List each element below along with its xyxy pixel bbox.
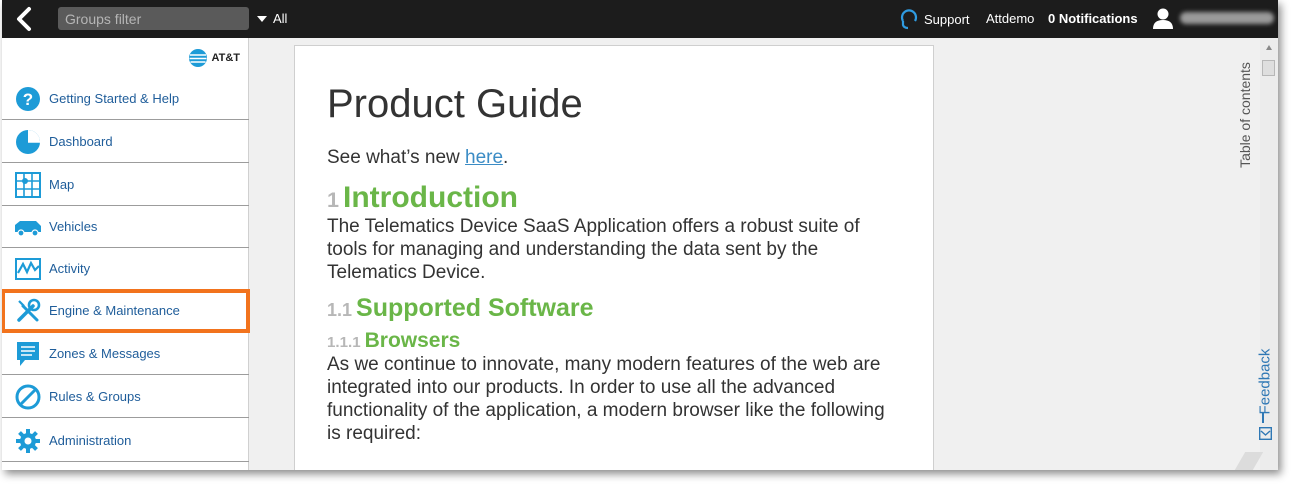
- nav-item-label: Rules & Groups: [49, 389, 141, 404]
- caret-down-icon: [257, 15, 267, 22]
- feedback-label: Feedback: [1256, 348, 1274, 415]
- nav-item-map[interactable]: Map: [2, 164, 249, 206]
- scroll-thumb[interactable]: [1262, 60, 1275, 76]
- whats-new-text: See what’s new here.: [327, 147, 901, 169]
- nav-item-rules-groups[interactable]: Rules & Groups: [2, 376, 249, 418]
- groups-filter-input[interactable]: [58, 7, 249, 30]
- svg-text:?: ?: [23, 90, 33, 109]
- nav-item-label: Administration: [49, 433, 132, 448]
- nav-item-activity[interactable]: Activity: [2, 248, 249, 290]
- nav-item-label: Dashboard: [49, 134, 113, 149]
- whats-new-suffix: .: [503, 147, 509, 168]
- whats-new-link[interactable]: here: [465, 147, 503, 168]
- top-bar: All Support Attdemo 0 Notifications: [2, 0, 1278, 38]
- feedback-separator: [1262, 413, 1264, 423]
- support-link[interactable]: Support: [900, 8, 970, 30]
- brand-logo: AT&T: [2, 38, 248, 78]
- table-of-contents-tab[interactable]: Table of contents: [1234, 40, 1256, 190]
- sidebar: AT&T ? Getting Started & Help Dashboard …: [2, 38, 250, 470]
- nav-item-label: Activity: [49, 261, 91, 276]
- rules-icon: [14, 383, 42, 411]
- nav-item-label: Getting Started & Help: [49, 91, 180, 106]
- back-arrow-icon[interactable]: [12, 6, 38, 32]
- user-avatar-icon[interactable]: [1152, 7, 1174, 29]
- toc-label: Table of contents: [1237, 62, 1253, 168]
- section-title: Browsers: [364, 329, 461, 352]
- section-number: 1: [327, 187, 340, 212]
- dashboard-icon: [14, 128, 42, 156]
- intro-paragraph: The Telematics Device SaaS Application o…: [327, 216, 860, 283]
- scroll-up-arrow-icon[interactable]: [1266, 45, 1272, 50]
- nav-item-label: Vehicles: [49, 219, 98, 234]
- nav-item-label: Engine & Maintenance: [49, 303, 180, 318]
- user-name-link[interactable]: Attdemo: [986, 11, 1034, 26]
- group-selector-label: All: [273, 11, 288, 26]
- nav-item-label: Zones & Messages: [49, 346, 161, 361]
- section-heading-introduction: 1 Introduction: [327, 181, 901, 215]
- vehicle-icon: [14, 213, 42, 241]
- nav-item-label: Map: [49, 177, 75, 192]
- att-globe-icon: [189, 49, 208, 67]
- mail-icon: [1259, 427, 1272, 440]
- support-label: Support: [924, 11, 970, 27]
- feedback-tab[interactable]: Feedback: [1254, 335, 1276, 447]
- headset-icon: [900, 9, 918, 30]
- nav-item-administration[interactable]: Administration: [2, 420, 249, 462]
- gear-icon: [14, 427, 42, 455]
- section-heading-browsers: 1.1.1 Browsers: [327, 329, 901, 353]
- brand-text: AT&T: [211, 52, 240, 64]
- map-icon: [14, 171, 42, 199]
- browsers-paragraph: As we continue to innovate, many modern …: [327, 354, 885, 444]
- notifications-link[interactable]: 0 Notifications: [1048, 11, 1138, 26]
- section-number: 1.1: [327, 300, 353, 320]
- redacted-user-email: [1180, 12, 1274, 24]
- section-title: Supported Software: [356, 294, 594, 322]
- product-guide-document: Product Guide See what’s new here. 1 Intr…: [294, 45, 934, 470]
- nav-item-dashboard[interactable]: Dashboard: [2, 121, 249, 163]
- whats-new-prefix: See what’s new: [327, 147, 466, 168]
- group-selector-dropdown[interactable]: All: [257, 11, 287, 26]
- section-number: 1.1.1: [327, 334, 361, 351]
- nav-item-vehicles[interactable]: Vehicles: [2, 206, 249, 248]
- activity-icon: [14, 255, 42, 283]
- resize-grip[interactable]: [1234, 452, 1264, 470]
- wrench-icon: [14, 297, 42, 325]
- app-window: All Support Attdemo 0 Notifications AT&T: [2, 0, 1278, 470]
- section-title: Introduction: [343, 181, 518, 214]
- nav-item-engine-maintenance[interactable]: Engine & Maintenance: [2, 289, 250, 333]
- message-icon: [14, 340, 42, 368]
- nav-item-zones-messages[interactable]: Zones & Messages: [2, 333, 249, 375]
- help-icon: ?: [14, 85, 42, 113]
- nav-item-getting-started[interactable]: ? Getting Started & Help: [2, 78, 249, 120]
- section-heading-supported-software: 1.1 Supported Software: [327, 294, 901, 323]
- page-title: Product Guide: [327, 82, 583, 126]
